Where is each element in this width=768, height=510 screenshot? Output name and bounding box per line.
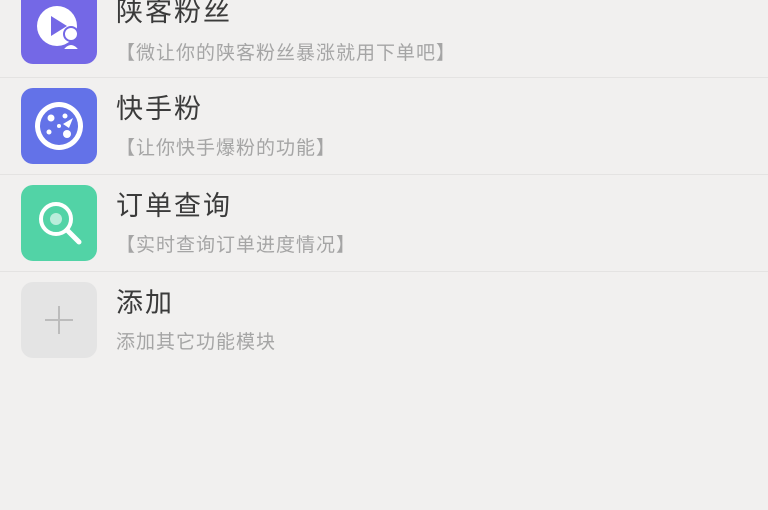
feature-description: 【让你快手爆粉的功能】 (116, 137, 337, 159)
feature-description: 【实时查询订单进度情况】 (116, 234, 357, 256)
feature-title: 订单查询 (116, 191, 232, 222)
feature-row-fans[interactable]: 陕客粉丝 【微让你的陕客粉丝暴涨就用下单吧】 (0, 0, 768, 78)
sparkle-dots-icon (21, 88, 97, 164)
feature-list: 陕客粉丝 【微让你的陕客粉丝暴涨就用下单吧】 快手粉 【让你快手爆粉的功能】 订… (0, 0, 768, 369)
plus-icon (21, 282, 97, 358)
feature-title: 陕客粉丝 (116, 0, 232, 28)
feature-description: 添加其它功能模块 (116, 331, 277, 353)
feature-row-order-query[interactable]: 订单查询 【实时查询订单进度情况】 (0, 175, 768, 272)
feature-title: 快手粉 (116, 94, 203, 125)
feature-title: 添加 (116, 288, 174, 319)
play-user-icon (21, 0, 97, 64)
feature-description: 【微让你的陕客粉丝暴涨就用下单吧】 (116, 42, 457, 64)
search-icon (21, 185, 97, 261)
feature-row-add[interactable]: 添加 添加其它功能模块 (0, 272, 768, 369)
feature-row-kuaishou[interactable]: 快手粉 【让你快手爆粉的功能】 (0, 78, 768, 175)
